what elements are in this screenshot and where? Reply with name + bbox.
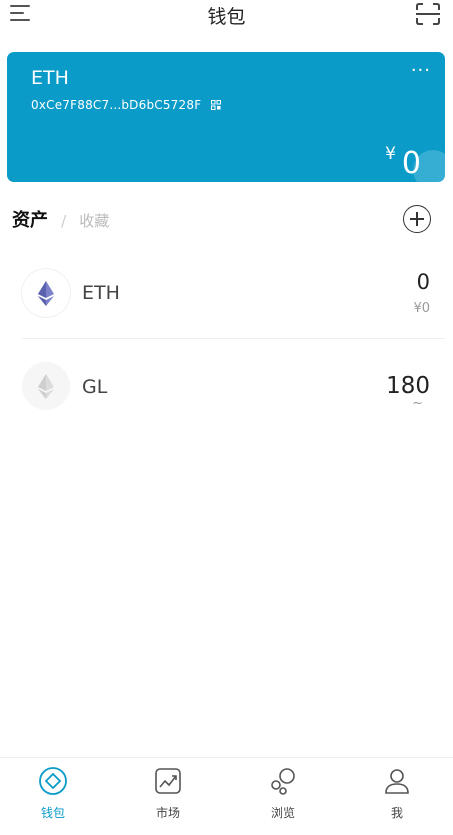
- market-chart-icon: [155, 768, 181, 794]
- asset-row-gl[interactable]: GL 180 ~: [0, 342, 453, 427]
- nav-profile[interactable]: 我: [362, 766, 432, 821]
- wallet-icon: [39, 767, 67, 795]
- top-bar: 钱包: [0, 0, 453, 40]
- browse-bubbles-icon: [271, 768, 295, 795]
- tab-assets[interactable]: 资产: [12, 210, 48, 231]
- page-title: 钱包: [207, 6, 246, 28]
- asset-value: ~: [412, 396, 423, 411]
- asset-row-eth[interactable]: ETH 0 ¥0: [0, 252, 453, 337]
- divider: [22, 338, 445, 339]
- tab-favorites[interactable]: 收藏: [79, 212, 109, 230]
- nav-browse[interactable]: 浏览: [248, 766, 318, 821]
- ethereum-logo-icon: [22, 269, 70, 317]
- scan-icon[interactable]: [415, 2, 441, 26]
- asset-value: ¥0: [413, 301, 430, 316]
- asset-name: ETH: [82, 282, 120, 304]
- asset-tabs: 资产 / 收藏: [12, 206, 109, 232]
- nav-market[interactable]: 市场: [133, 766, 203, 821]
- add-asset-button[interactable]: [403, 205, 431, 233]
- bottom-nav: 钱包 市场 浏览 我: [0, 757, 453, 835]
- asset-name: GL: [82, 376, 108, 398]
- more-options-icon[interactable]: ···: [411, 62, 431, 80]
- nav-label: 我: [390, 806, 403, 820]
- asset-amount: 180: [386, 373, 430, 399]
- wallet-card[interactable]: ETH 0xCe7F88C7...bD6bC5728F ··· ¥0: [7, 52, 445, 182]
- nav-label: 钱包: [40, 806, 65, 820]
- asset-amount: 0: [416, 270, 430, 294]
- currency-symbol: ¥: [385, 144, 396, 164]
- ethereum-logo-faded-icon: [22, 362, 70, 410]
- profile-icon: [385, 769, 409, 794]
- wallet-address-text: 0xCe7F88C7...bD6bC5728F: [31, 98, 202, 112]
- qr-code-icon[interactable]: [211, 100, 222, 110]
- balance-value: 0: [401, 146, 421, 181]
- tab-separator: /: [61, 212, 67, 230]
- nav-label: 浏览: [270, 806, 295, 820]
- wallet-balance: ¥0: [385, 144, 421, 181]
- nav-wallet[interactable]: 钱包: [18, 766, 88, 821]
- wallet-chain: ETH: [31, 67, 69, 89]
- wallet-address[interactable]: 0xCe7F88C7...bD6bC5728F: [31, 98, 222, 112]
- nav-label: 市场: [155, 806, 180, 820]
